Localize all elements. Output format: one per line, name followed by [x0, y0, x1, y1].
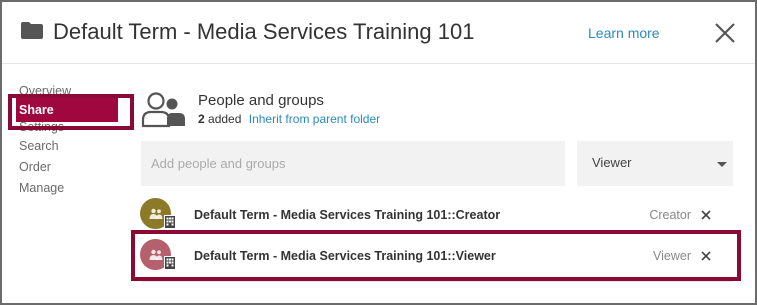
sidebar-item-overview[interactable]: Overview — [19, 84, 129, 98]
member-name: Default Term - Media Services Training 1… — [194, 208, 501, 222]
added-count: 2 — [198, 112, 205, 126]
group-icon — [149, 249, 163, 260]
row-divider — [141, 281, 733, 282]
dialog-header: Default Term - Media Services Training 1… — [2, 2, 755, 64]
building-icon — [164, 256, 176, 269]
sidebar-item-order[interactable]: Order — [19, 157, 129, 178]
add-people-input[interactable] — [141, 141, 565, 186]
member-name: Default Term - Media Services Training 1… — [194, 249, 496, 263]
role-select[interactable]: Viewer — [577, 141, 733, 186]
member-row-creator: Default Term - Media Services Training 1… — [137, 195, 729, 238]
learn-more-link[interactable]: Learn more — [588, 25, 660, 41]
member-role[interactable]: Creator — [649, 208, 691, 222]
member-row-viewer: Default Term - Media Services Training 1… — [137, 236, 729, 279]
building-icon — [164, 215, 176, 228]
dialog-title: Default Term - Media Services Training 1… — [53, 19, 475, 44]
remove-icon[interactable] — [699, 208, 713, 222]
added-summary: 2 added Inherit from parent folder — [198, 112, 380, 126]
chevron-down-icon — [717, 162, 727, 167]
sidebar-nav: Overview Share Settings Search Order Man… — [16, 84, 129, 199]
group-icon — [149, 208, 163, 219]
section-title: People and groups — [198, 92, 324, 109]
member-role[interactable]: Viewer — [653, 249, 691, 263]
role-select-value: Viewer — [592, 155, 632, 170]
remove-icon[interactable] — [699, 249, 713, 263]
sidebar-item-settings[interactable]: Settings — [19, 122, 129, 136]
folder-icon — [21, 22, 43, 39]
added-suffix: added — [208, 112, 242, 126]
inherit-parent-link[interactable]: Inherit from parent folder — [249, 112, 380, 126]
close-icon[interactable] — [714, 22, 736, 44]
sidebar-item-search[interactable]: Search — [19, 136, 129, 157]
sidebar-item-share[interactable]: Share — [16, 98, 118, 122]
people-groups-icon — [141, 92, 185, 128]
sidebar-item-manage[interactable]: Manage — [19, 178, 129, 199]
